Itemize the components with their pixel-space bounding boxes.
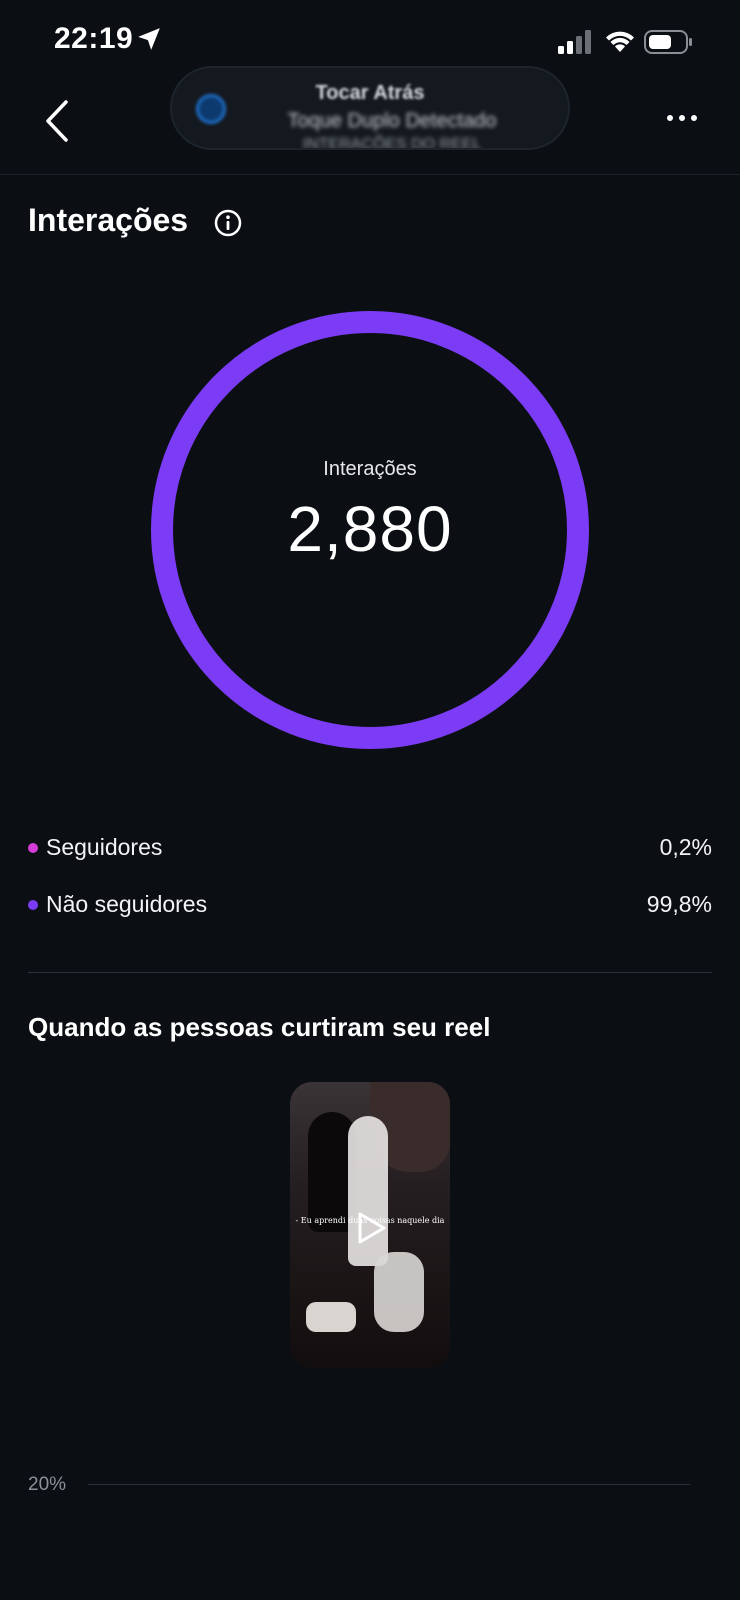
- accessibility-notification[interactable]: Tocar Atrás Toque Duplo Detectado INTERA…: [170, 66, 570, 150]
- status-time: 22:19: [54, 22, 134, 55]
- legend-item-non-followers: Não seguidores 99,8%: [28, 887, 712, 923]
- notification-title: Tocar Atrás: [315, 82, 425, 104]
- location-arrow-icon: [138, 28, 160, 50]
- y-axis-tick: 20%: [28, 1474, 67, 1495]
- section-divider: [28, 972, 712, 973]
- battery-icon: [644, 30, 692, 54]
- wifi-icon: [606, 31, 634, 52]
- play-icon[interactable]: [350, 1208, 390, 1248]
- insights-page: 22:19 Tocar Atrás Toque Duplo Detectado …: [0, 0, 740, 1600]
- section-title: Interações: [28, 202, 189, 238]
- donut-value: 2,880: [287, 493, 453, 565]
- legend-label: Seguidores: [46, 834, 163, 860]
- gridline: [88, 1484, 690, 1485]
- legend-value: 99,8%: [646, 891, 712, 917]
- donut-label: Interações: [323, 458, 417, 480]
- reel-thumbnail[interactable]: - Eu aprendi duas coisas naquele dia: [290, 1082, 450, 1368]
- status-bar: 22:19: [0, 0, 740, 60]
- back-button[interactable]: [38, 96, 78, 146]
- header-divider: [0, 174, 740, 175]
- cellular-signal-icon: [558, 30, 591, 54]
- more-options-button[interactable]: [664, 106, 700, 130]
- legend-dot-followers: [28, 843, 38, 853]
- legend-item-followers: Seguidores 0,2%: [28, 830, 712, 866]
- notification-extra: INTERAÇÕES DO REEL: [302, 136, 482, 150]
- info-icon[interactable]: [214, 209, 242, 237]
- legend-dot-non-followers: [28, 900, 38, 910]
- legend-label: Não seguidores: [46, 891, 208, 917]
- legend-value: 0,2%: [659, 834, 712, 860]
- notification-subtitle: Toque Duplo Detectado: [287, 110, 497, 132]
- reel-section-title: Quando as pessoas curtiram seu reel: [28, 1012, 491, 1042]
